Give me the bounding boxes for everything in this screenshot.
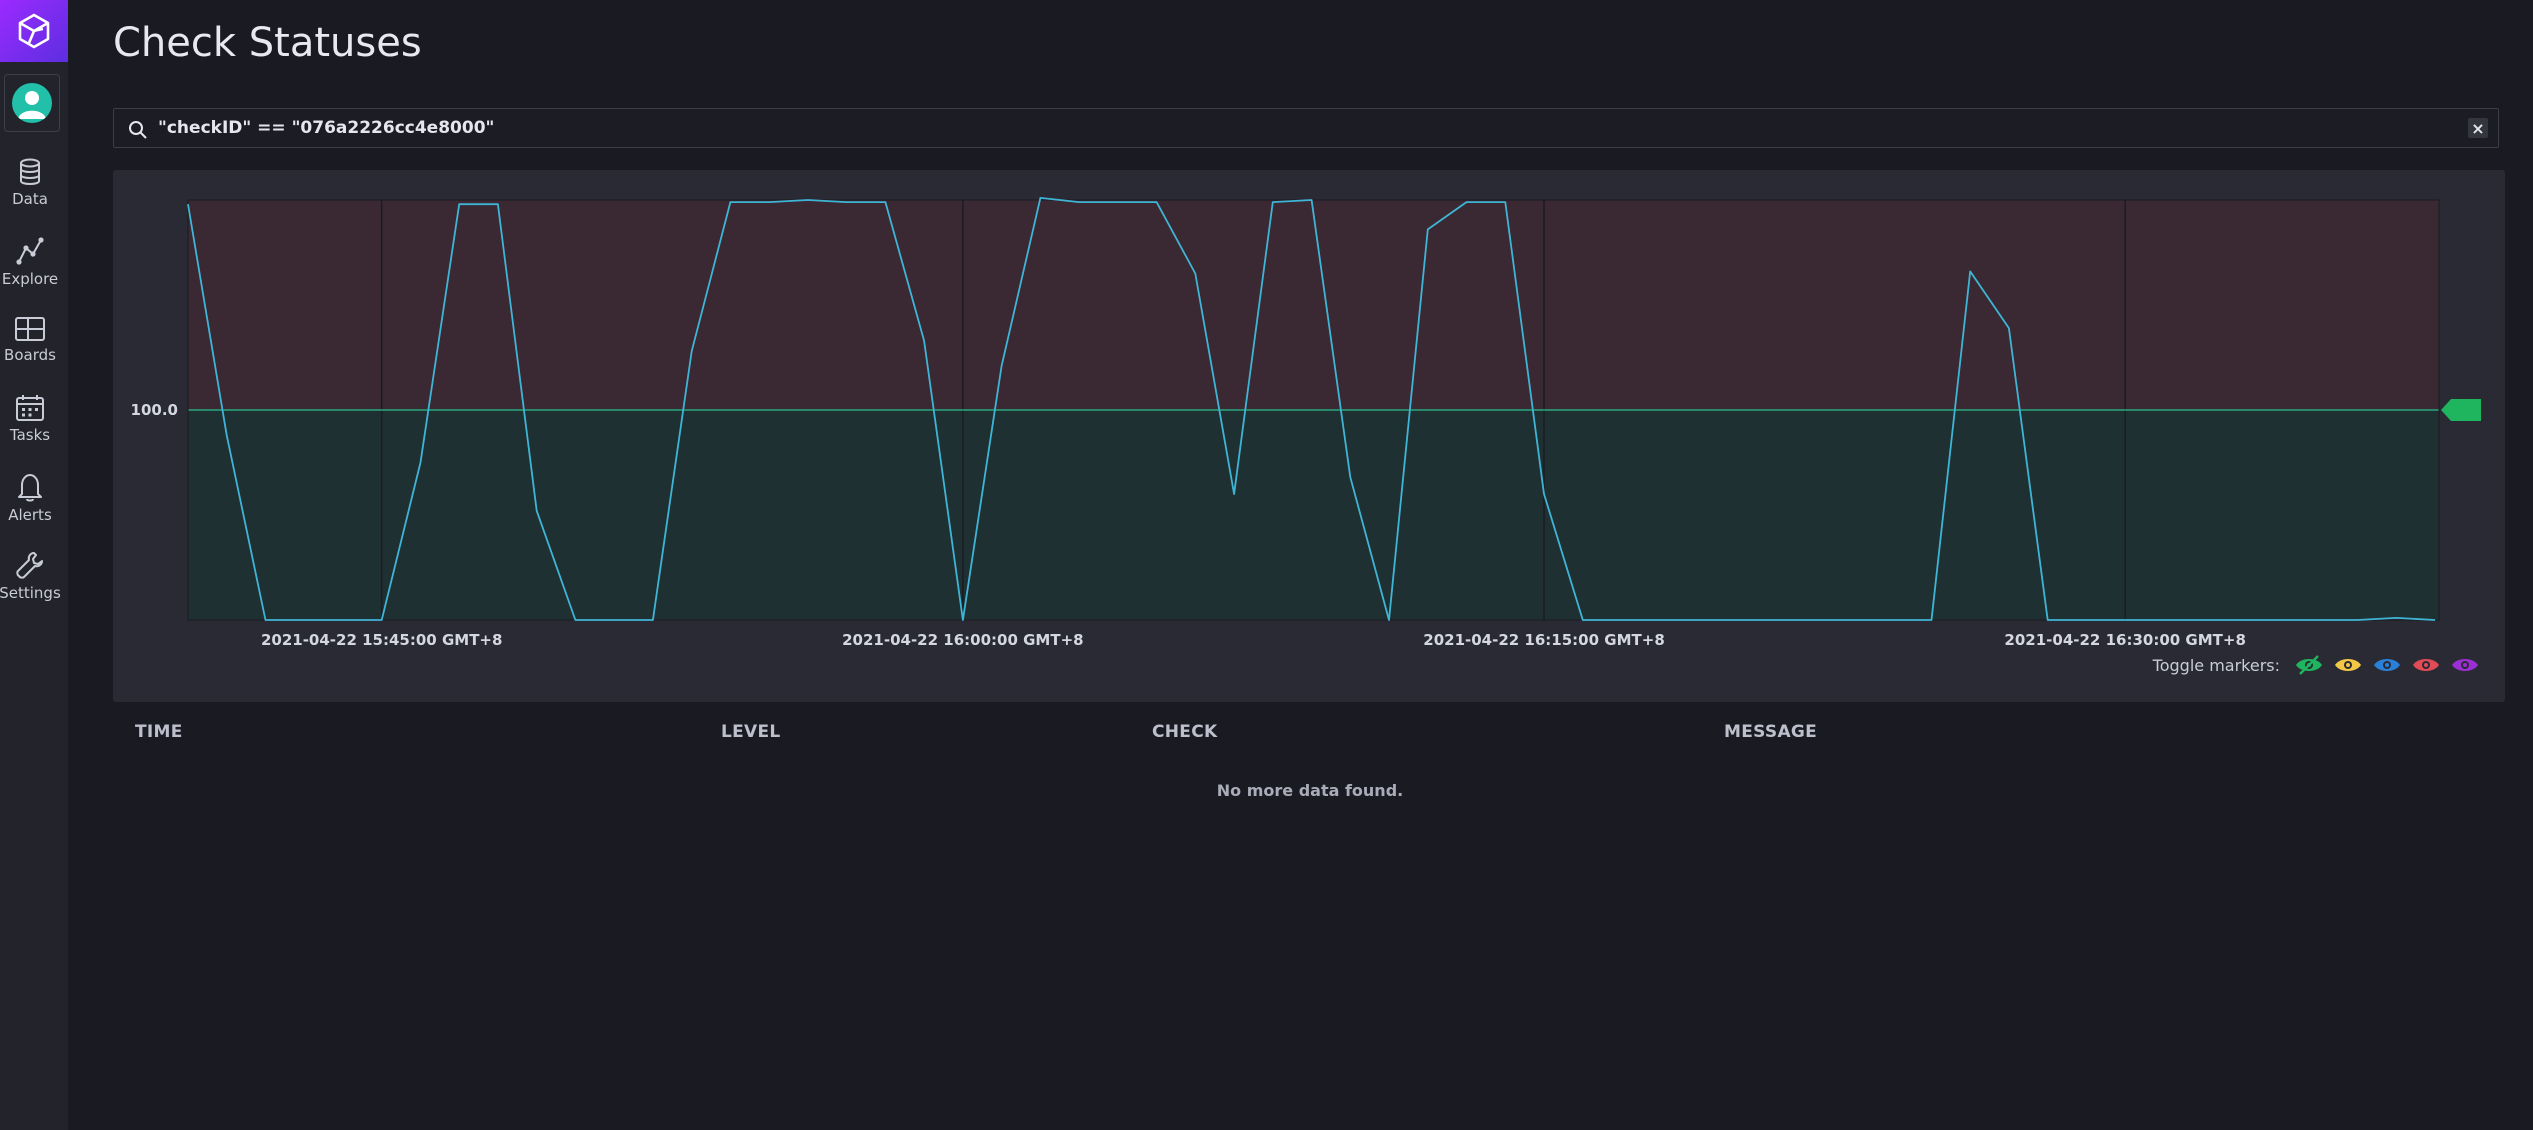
eye-icon <box>2413 659 2439 671</box>
sidebar-item-settings[interactable]: Settings <box>0 550 61 602</box>
column-header-check[interactable]: CHECK <box>1152 722 1217 742</box>
marker-toggle-unknown[interactable] <box>2450 654 2480 676</box>
threshold-label: 100.0 <box>131 401 178 419</box>
calendar-icon <box>16 395 44 421</box>
eye-icon <box>2374 659 2400 671</box>
x-tick-label: 2021-04-22 16:15:00 GMT+8 <box>1423 631 1665 649</box>
marker-toggle-ok[interactable] <box>2294 654 2324 676</box>
sidebar-item-label: Settings <box>0 584 61 602</box>
clear-search-button[interactable]: × <box>2468 118 2488 138</box>
influxdb-logo[interactable] <box>0 0 68 62</box>
ok-zone <box>188 410 2439 620</box>
eye-icon <box>2296 655 2322 675</box>
column-header-level[interactable]: LEVEL <box>721 722 781 742</box>
empty-table-message: No more data found. <box>1216 781 1404 800</box>
eye-icon <box>2335 659 2361 671</box>
user-avatar-button[interactable] <box>4 74 60 132</box>
threshold-drag-handle <box>2441 399 2481 421</box>
sidebar: Data Explore Boards Tasks Alerts Setting… <box>0 0 68 1130</box>
toggle-markers: Toggle markers: <box>2153 654 2480 676</box>
status-table-header: TIME LEVEL CHECK MESSAGE <box>0 722 2533 748</box>
search-bar: × <box>113 108 2499 148</box>
search-icon <box>129 121 147 139</box>
graph-icon <box>16 237 44 265</box>
toggle-markers-label: Toggle markers: <box>2152 655 2280 675</box>
critical-zone <box>188 200 2439 410</box>
page-title: Check Statuses <box>113 20 422 66</box>
marker-toggle-group <box>2294 654 2480 676</box>
sidebar-item-data[interactable]: Data <box>0 158 60 208</box>
line-chart: 2021-04-22 15:45:00 GMT+8 2021-04-22 16:0… <box>131 197 2481 649</box>
database-icon <box>20 158 40 185</box>
sidebar-item-boards[interactable]: Boards <box>0 316 60 364</box>
dashboard-icon <box>15 317 45 341</box>
sidebar-item-alerts[interactable]: Alerts <box>0 472 60 524</box>
x-tick-label: 2021-04-22 15:45:00 GMT+8 <box>261 631 503 649</box>
eye-icon <box>2452 659 2478 671</box>
column-header-time[interactable]: TIME <box>135 722 183 742</box>
marker-toggle-info[interactable] <box>2372 654 2402 676</box>
sidebar-item-label: Explore <box>1 270 59 288</box>
sidebar-item-label: Tasks <box>9 426 51 444</box>
x-tick-label: 2021-04-22 16:30:00 GMT+8 <box>2004 631 2246 649</box>
marker-toggle-crit[interactable] <box>2411 654 2441 676</box>
search-input[interactable] <box>158 109 2438 147</box>
marker-toggle-warn[interactable] <box>2333 654 2363 676</box>
sidebar-item-label: Boards <box>4 346 56 364</box>
sidebar-item-label: Data <box>12 190 48 208</box>
sidebar-item-explore[interactable]: Explore <box>0 236 60 288</box>
avatar <box>12 83 52 123</box>
status-history-graph: 2021-04-22 15:45:00 GMT+8 2021-04-22 16:0… <box>113 170 2505 702</box>
bell-icon <box>18 474 42 502</box>
x-tick-label: 2021-04-22 16:00:00 GMT+8 <box>842 631 1084 649</box>
user-icon <box>18 91 46 119</box>
cube-logo-icon <box>18 13 50 49</box>
sidebar-item-tasks[interactable]: Tasks <box>0 394 60 444</box>
column-header-message[interactable]: MESSAGE <box>1724 722 1817 742</box>
wrench-icon <box>16 552 43 579</box>
sidebar-item-label: Alerts <box>8 506 52 524</box>
